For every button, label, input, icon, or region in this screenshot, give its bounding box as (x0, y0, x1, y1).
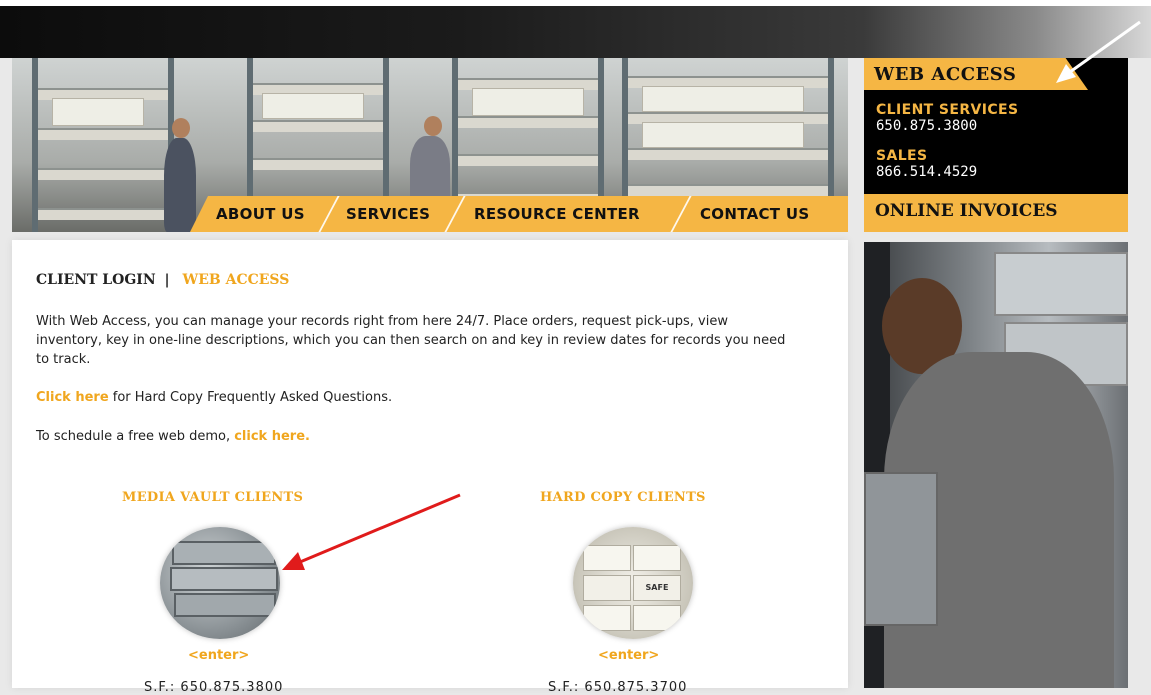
faq-line: Click here for Hard Copy Frequently Aske… (36, 388, 796, 407)
demo-line: To schedule a free web demo, click here. (36, 427, 796, 446)
demo-text: To schedule a free web demo, (36, 429, 235, 444)
online-invoices-label: ONLINE INVOICES (875, 201, 1058, 221)
nav-resource-center[interactable]: RESOURCE CENTER (474, 205, 640, 223)
media-vault-title: MEDIA VAULT CLIENTS (122, 490, 304, 505)
box-safe-label: SAFE (633, 575, 681, 601)
hard-copy-image[interactable]: SAFE (573, 527, 693, 639)
client-services-block: CLIENT SERVICES 650.875.3800 (876, 102, 1019, 134)
client-services-phone: 650.875.3800 (876, 118, 978, 134)
media-vault-enter-link[interactable]: <enter> (188, 648, 249, 663)
client-services-label: CLIENT SERVICES (876, 102, 1019, 118)
demo-click-here-link[interactable]: click here. (234, 429, 310, 444)
main-content: CLIENT LOGIN | WEB ACCESS With Web Acces… (12, 240, 848, 695)
client-login-label: CLIENT LOGIN (36, 272, 156, 288)
web-access-label: WEB ACCESS (874, 64, 1017, 85)
sales-label: SALES (876, 148, 928, 164)
online-invoices-button[interactable]: ONLINE INVOICES (864, 194, 1128, 232)
sales-block: SALES 866.514.4529 (876, 148, 977, 180)
hard-copy-title: HARD COPY CLIENTS (540, 490, 706, 505)
nav-services[interactable]: SERVICES (346, 205, 430, 223)
web-access-link[interactable]: WEB ACCESS (182, 272, 289, 288)
faq-click-here-link[interactable]: Click here (36, 390, 109, 405)
nav-contact-us[interactable]: CONTACT US (700, 205, 809, 223)
sales-phone: 866.514.4529 (876, 164, 978, 180)
technician-photo (864, 242, 1128, 688)
intro-text: With Web Access, you can manage your rec… (36, 314, 786, 367)
heading-separator: | (164, 272, 170, 288)
hard-copy-enter-link[interactable]: <enter> (598, 648, 659, 663)
main-nav: ABOUT US SERVICES RESOURCE CENTER CONTAC… (190, 196, 848, 232)
nav-about-us[interactable]: ABOUT US (216, 205, 305, 223)
media-vault-image[interactable] (160, 527, 280, 639)
faq-text: for Hard Copy Frequently Asked Questions… (108, 390, 393, 405)
top-banner (0, 0, 1151, 58)
top-edge (0, 0, 1151, 6)
client-login-heading: CLIENT LOGIN | WEB ACCESS (36, 272, 289, 288)
web-access-tab[interactable]: WEB ACCESS (864, 58, 1088, 90)
